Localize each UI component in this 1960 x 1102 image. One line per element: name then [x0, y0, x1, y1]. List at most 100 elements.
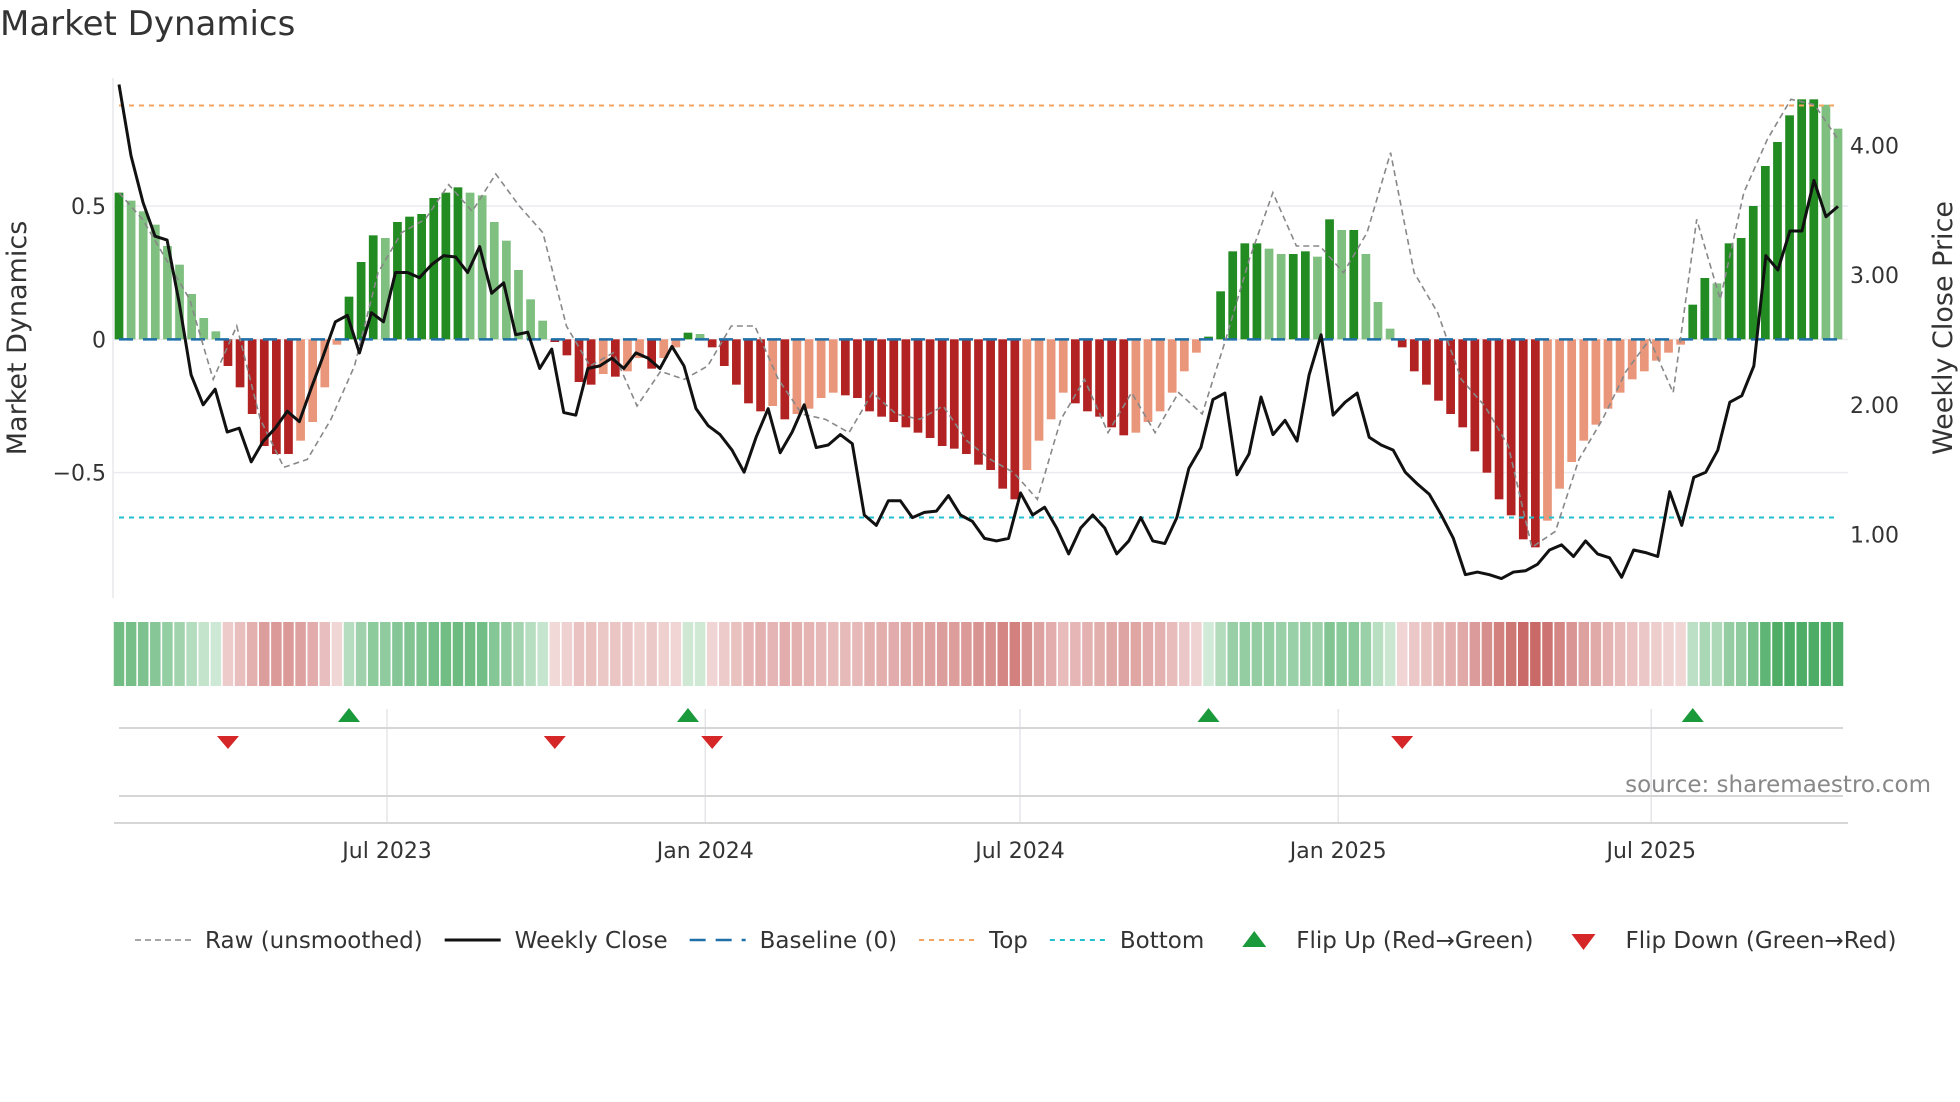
heat-strip-cell	[949, 622, 960, 686]
dynamics-bar	[865, 339, 874, 412]
heat-strip-cell	[936, 622, 948, 686]
dynamics-bar	[1543, 339, 1552, 521]
heat-strip-cell	[1554, 622, 1565, 686]
flip-down-marker	[701, 736, 724, 749]
heat-strip-cell	[1796, 622, 1807, 686]
y-tick-label: −0.5	[53, 462, 106, 487]
dynamics-bar	[1555, 339, 1564, 489]
heat-strip-cell	[1360, 622, 1372, 686]
heat-strip-cell	[380, 622, 391, 686]
heat-strip-cell	[1663, 622, 1674, 686]
dynamics-bar	[1773, 142, 1782, 340]
heat-strip-cell	[476, 622, 488, 686]
heat-strip-cell	[791, 622, 803, 686]
legend-label: Flip Up (Red→Green)	[1296, 928, 1533, 954]
heat-strip-cell	[501, 622, 512, 686]
heat-strip-cell	[1590, 622, 1602, 686]
heat-strip-cell	[561, 622, 573, 686]
dynamics-bar	[1155, 339, 1165, 412]
heat-strip-cell	[852, 622, 863, 686]
heat-strip-cell	[1445, 622, 1456, 686]
dynamics-bar	[1192, 339, 1201, 353]
dynamics-bar	[1494, 339, 1504, 500]
dynamics-bar	[1337, 230, 1347, 340]
heat-strip-cell	[924, 622, 936, 686]
dynamics-bar	[804, 339, 814, 409]
dynamics-bar	[828, 339, 838, 393]
heat-strip-cell	[174, 622, 185, 686]
legend-label: Flip Down (Green→Red)	[1625, 928, 1896, 954]
heat-strip-cell	[1614, 622, 1626, 686]
dynamics-bar	[1639, 339, 1649, 372]
dynamics-bar	[974, 339, 983, 465]
dynamics-bar	[1240, 243, 1250, 340]
dynamics-bar	[187, 294, 196, 340]
heat-strip-cell	[331, 622, 343, 686]
flip-up-marker	[338, 708, 361, 722]
dynamics-bar	[235, 339, 245, 388]
heat-strip-cell	[1142, 622, 1154, 686]
x-tick-label: Jan 2025	[1288, 839, 1387, 864]
legend-item-top: Top	[919, 928, 1028, 954]
x-tick-label: Jul 2023	[340, 839, 432, 864]
heat-strip-cell	[1735, 622, 1747, 686]
dynamics-bar	[538, 320, 548, 340]
y-tick-label: 0	[92, 328, 106, 353]
heat-strip-cell	[1094, 622, 1105, 686]
dynamics-bar	[272, 339, 281, 454]
flip-up-marker	[1197, 708, 1220, 722]
heat-strip-cell	[1312, 622, 1323, 686]
heat-strip-cell	[1832, 622, 1844, 686]
heat-strip-cell	[610, 622, 621, 686]
heat-strip-cell	[162, 622, 173, 686]
heat-strip-cell	[1772, 622, 1783, 686]
legend-label: Weekly Close	[515, 928, 668, 954]
dynamics-bar	[1506, 339, 1516, 516]
heat-strip-cell	[597, 622, 609, 686]
heat-strip-cell	[912, 622, 924, 686]
heat-strip-cell	[706, 622, 718, 686]
heat-strip-cell	[295, 622, 306, 686]
heat-strip-cell	[1602, 622, 1614, 686]
dynamics-bar	[1591, 339, 1601, 425]
heat-strip-cell	[1578, 622, 1590, 686]
y2-axis-label: Weekly Close Price	[1928, 201, 1959, 455]
dynamics-bar	[1748, 206, 1758, 340]
dynamics-bar	[356, 262, 366, 340]
heat-strip-cell	[1082, 622, 1093, 686]
heat-strip-cell	[864, 622, 875, 686]
dynamics-bar	[1603, 339, 1613, 409]
dynamics-bar	[1761, 166, 1770, 340]
x-tick-label: Jul 2025	[1604, 839, 1696, 864]
heat-strip-cell	[719, 622, 730, 686]
dynamics-bar	[1167, 339, 1177, 393]
heat-strip-cell	[1699, 622, 1711, 686]
heat-strip-cell	[1723, 622, 1735, 686]
flip-up-marker	[1681, 708, 1704, 722]
heat-strip-cell	[1384, 622, 1396, 686]
legend-swatch	[1571, 934, 1596, 950]
legend-item-raw: Raw (unsmoothed)	[135, 928, 423, 954]
legend-item-flip-down: Flip Down (Green→Red)	[1571, 928, 1896, 954]
heat-strip-cell	[137, 622, 149, 686]
heat-strip-cell	[1179, 622, 1190, 686]
dynamics-bar	[1821, 104, 1831, 340]
dynamics-bar	[1785, 115, 1794, 340]
flip-up-marker	[676, 708, 699, 722]
dynamics-bar	[1046, 339, 1056, 420]
y-axis-label: Market Dynamics	[2, 221, 33, 456]
heat-strip-cell	[985, 622, 996, 686]
dynamics-bar	[1313, 256, 1322, 340]
heat-strip-cell	[1396, 622, 1408, 686]
heat-strip-cell	[513, 622, 524, 686]
heat-strip-cell	[428, 622, 439, 686]
heat-strip-cell	[1469, 622, 1481, 686]
heat-strip-cell	[343, 622, 355, 686]
heat-strip-cell	[1287, 622, 1299, 686]
heat-strip-cell	[622, 622, 633, 686]
dynamics-bar	[574, 339, 584, 382]
heat-strip-cell	[658, 622, 670, 686]
dynamics-bar	[1385, 328, 1395, 340]
legend-label: Bottom	[1120, 928, 1204, 954]
dynamics-bar	[949, 339, 959, 449]
